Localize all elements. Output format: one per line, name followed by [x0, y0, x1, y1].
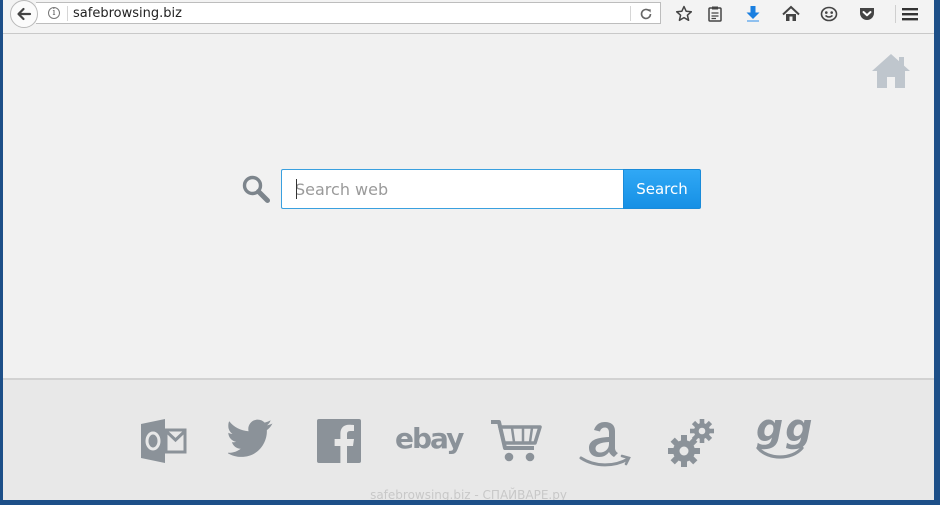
- reload-divider: [630, 6, 631, 21]
- url-text[interactable]: safebrowsing.biz: [73, 6, 182, 21]
- toolbar-divider: [895, 5, 896, 23]
- reload-icon[interactable]: [639, 7, 653, 21]
- text-caret: [296, 179, 297, 199]
- download-icon[interactable]: [743, 4, 763, 24]
- bookmark-star-icon[interactable]: [674, 4, 694, 24]
- back-arrow-icon: [17, 7, 32, 21]
- back-button[interactable]: [10, 0, 38, 28]
- address-bar[interactable]: i safebrowsing.biz: [36, 2, 661, 24]
- shopping-cart-icon[interactable]: [490, 418, 542, 464]
- info-icon[interactable]: i: [48, 7, 60, 19]
- home-icon[interactable]: [870, 52, 912, 90]
- facebook-icon[interactable]: [316, 418, 362, 464]
- search-button[interactable]: Search: [623, 169, 701, 209]
- watermark-text: safebrowsing.biz - СПАЙВАРЕ.ру: [370, 488, 567, 500]
- menu-icon[interactable]: [900, 4, 920, 24]
- browser-toolbar: i safebrowsing.biz: [3, 0, 934, 34]
- search-input[interactable]: [281, 169, 624, 209]
- twitter-icon[interactable]: [228, 418, 274, 462]
- pocket-icon[interactable]: [857, 4, 877, 24]
- browser-window: i safebrowsing.biz Search web Search eba…: [3, 0, 934, 500]
- url-divider: [67, 6, 68, 21]
- amazon-icon[interactable]: [578, 418, 632, 468]
- page-content: Search: [3, 34, 934, 378]
- settings-gears-icon[interactable]: [667, 418, 719, 468]
- hello-icon[interactable]: [819, 4, 839, 24]
- ebay-icon[interactable]: ebay: [395, 422, 464, 455]
- home-icon[interactable]: [781, 4, 801, 24]
- outlook-icon[interactable]: [139, 418, 187, 464]
- reading-list-icon[interactable]: [705, 4, 725, 24]
- search-icon: [242, 175, 270, 203]
- gg-smile-icon: [756, 446, 804, 459]
- quick-links-footer: ebay gg safebrowsing.biz - СПАЙВАРЕ.ру: [3, 378, 934, 500]
- gg-icon[interactable]: gg: [753, 406, 812, 466]
